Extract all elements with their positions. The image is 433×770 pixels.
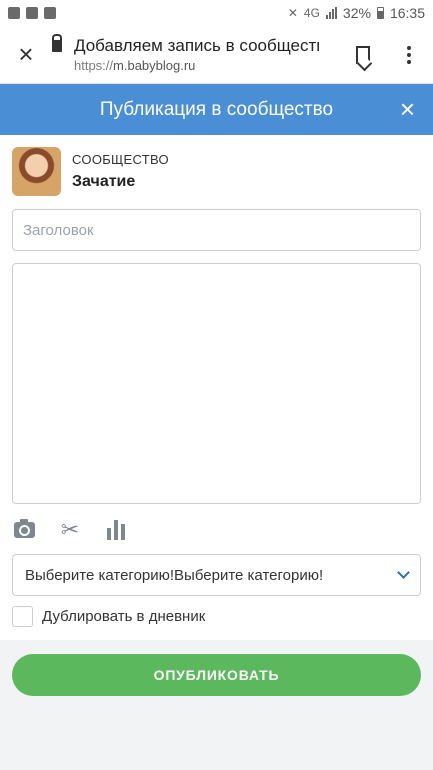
close-tab-icon[interactable]: × (0, 26, 52, 84)
status-bar: ✕ 4G 32% 16:35 (0, 0, 433, 26)
page-title: Добавляем запись в сообщество (74, 36, 319, 55)
page-url: https://m.babyblog.ru (74, 58, 341, 73)
lock-icon (52, 33, 62, 52)
facebook-icon (44, 7, 56, 19)
network-type: 4G (303, 6, 320, 20)
duplicate-label: Дублировать в дневник (42, 608, 206, 625)
status-system: ✕ 4G 32% 16:35 (288, 5, 425, 21)
more-menu-icon[interactable] (385, 26, 433, 84)
signal-icon (325, 7, 337, 19)
gallery-icon (26, 7, 38, 19)
duplicate-option[interactable]: Дублировать в дневник (12, 606, 205, 627)
editor-toolbar: ✂ (12, 517, 128, 542)
community-type-label: СООБЩЕСТВО (72, 152, 169, 167)
battery-icon (376, 7, 384, 19)
bookmark-icon (356, 45, 370, 64)
battery-percent: 32% (342, 5, 371, 21)
body-textarea[interactable] (12, 263, 421, 504)
address-bar[interactable]: Добавляем запись в сообщество https://m.… (74, 36, 341, 73)
publication-form: СООБЩЕСТВО Зачатие ✂ Выберите категорию!… (0, 135, 433, 640)
clock: 16:35 (389, 5, 425, 21)
scissors-icon[interactable]: ✂ (58, 517, 82, 542)
community-name: Зачатие (72, 173, 136, 190)
duplicate-checkbox[interactable] (12, 606, 33, 627)
category-selected-value: Выберите категорию!Выберите категорию! (25, 566, 324, 584)
camera-icon[interactable] (12, 518, 36, 542)
community-avatar (12, 147, 61, 196)
instagram-icon (8, 7, 20, 19)
poll-icon[interactable] (104, 518, 128, 542)
title-input[interactable] (12, 209, 421, 251)
close-icon[interactable]: × (400, 96, 415, 122)
browser-toolbar: × Добавляем запись в сообщество https://… (0, 26, 433, 84)
community-info: СООБЩЕСТВО Зачатие (12, 147, 169, 196)
category-select[interactable]: Выберите категорию!Выберите категорию! (12, 554, 421, 596)
chevron-down-icon (397, 566, 410, 579)
modal-title: Публикация в сообщество (99, 98, 334, 120)
publish-button[interactable]: ОПУБЛИКОВАТЬ (12, 654, 421, 696)
bookmark-button[interactable] (341, 26, 385, 84)
modal-header: Публикация в сообщество × (0, 84, 433, 135)
url-host: m.babyblog.ru (113, 58, 196, 73)
mute-icon: ✕ (287, 6, 298, 20)
url-scheme: https:// (74, 58, 114, 73)
status-notifications (8, 7, 56, 19)
